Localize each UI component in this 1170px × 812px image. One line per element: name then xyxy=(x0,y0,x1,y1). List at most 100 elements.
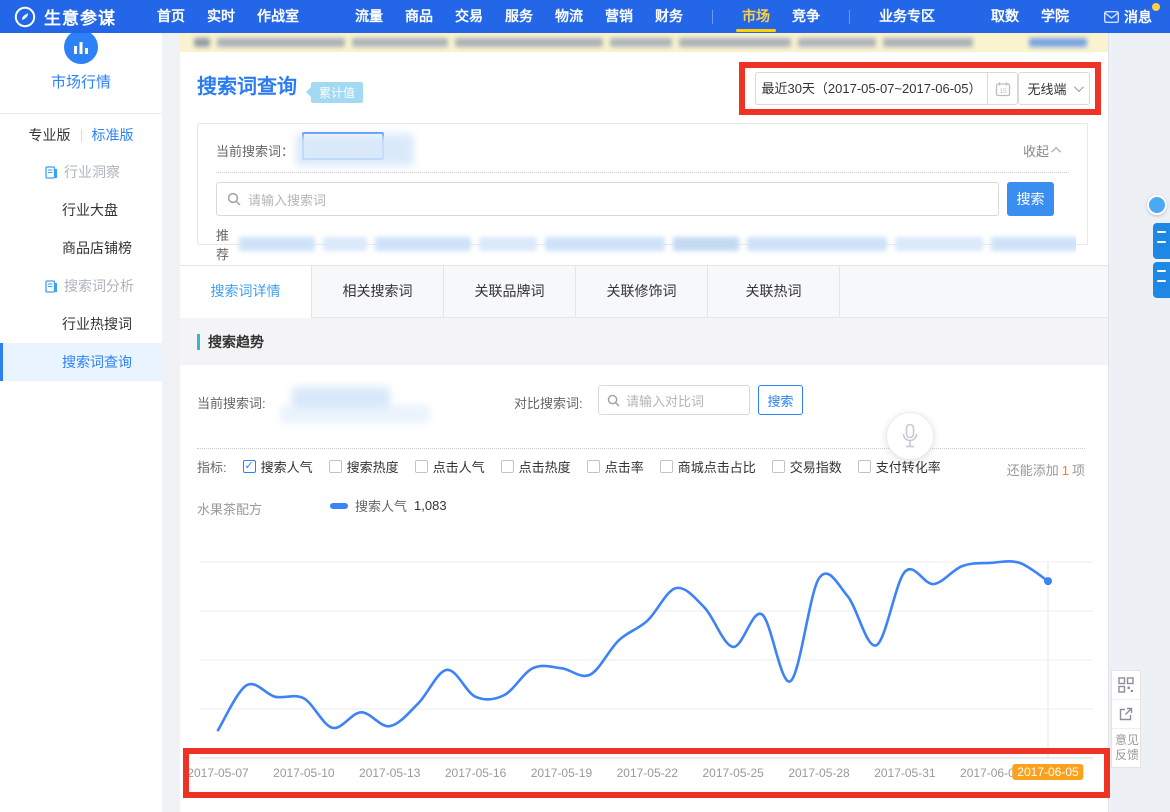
redacted-text xyxy=(610,38,672,47)
version-standard[interactable]: 标准版 xyxy=(92,125,134,145)
checkbox-icon[interactable] xyxy=(415,460,428,473)
nav-item-学院[interactable]: 学院 xyxy=(1030,0,1080,33)
nav-item-物流[interactable]: 物流 xyxy=(544,0,594,33)
metric-checkbox-交易指数[interactable]: 交易指数 xyxy=(772,457,842,476)
tab-搜索词详情[interactable]: 搜索词详情 xyxy=(180,266,312,320)
nav-item-财务[interactable]: 财务 xyxy=(644,0,694,33)
redacted-word[interactable] xyxy=(545,237,665,251)
terminal-dropdown[interactable]: 无线端 xyxy=(1018,72,1090,105)
nav-item-营销[interactable]: 营销 xyxy=(594,0,644,33)
redacted-word[interactable] xyxy=(895,237,983,251)
divider xyxy=(216,172,1069,173)
tab-相关搜索词[interactable]: 相关搜索词 xyxy=(312,266,444,319)
nav-item-竞争[interactable]: 竞争 xyxy=(781,0,831,33)
sidebar: 市场行情 专业版 标准版 行业洞察行业大盘商品店铺榜搜索词分析行业热搜词搜索词查… xyxy=(0,33,162,812)
x-axis-label: 2017-05-31 xyxy=(874,766,935,780)
assistant-dock-tab[interactable] xyxy=(1153,262,1170,298)
redacted-word[interactable] xyxy=(991,237,1076,251)
checkbox-icon[interactable] xyxy=(329,460,342,473)
checkbox-icon[interactable] xyxy=(587,460,600,473)
nav-item-交易[interactable]: 交易 xyxy=(444,0,494,33)
current-word-label: 当前搜索词: xyxy=(197,393,266,412)
share-button[interactable] xyxy=(1112,700,1140,729)
tab-关联热词[interactable]: 关联热词 xyxy=(708,266,840,319)
message-badge xyxy=(1152,3,1160,11)
nav-item-流量[interactable]: 流量 xyxy=(344,0,394,33)
redacted-text xyxy=(352,38,448,47)
cumulative-badge: 累计值 xyxy=(311,82,363,103)
redacted-word[interactable] xyxy=(239,237,315,251)
nav-item-首页[interactable]: 首页 xyxy=(146,0,196,33)
metric-checkbox-支付转化率[interactable]: 支付转化率 xyxy=(858,457,941,476)
date-range-value[interactable]: 最近30天（2017-05-07~2017-06-05） xyxy=(755,72,987,105)
compare-input[interactable]: 请输入对比词 xyxy=(598,385,750,415)
date-range-selector[interactable]: 最近30天（2017-05-07~2017-06-05） 15 xyxy=(755,72,1018,105)
version-switch: 专业版 标准版 xyxy=(0,125,162,145)
assistant-dock-tab[interactable] xyxy=(1153,223,1170,259)
metric-checkbox-点击热度[interactable]: 点击热度 xyxy=(501,457,571,476)
nav-item-商品[interactable]: 商品 xyxy=(394,0,444,33)
tab-bar: 搜索词详情相关搜索词关联品牌词关联修饰词关联热词 xyxy=(180,265,1108,318)
market-module-icon xyxy=(64,30,98,64)
nav-item-messages[interactable]: 消息 xyxy=(1104,7,1152,27)
assistant-mascot-icon[interactable] xyxy=(1147,195,1167,215)
nav-item-业务专区[interactable]: 业务专区 xyxy=(868,0,946,33)
envelope-icon xyxy=(1104,11,1119,23)
calendar-icon[interactable]: 15 xyxy=(987,72,1018,105)
redacted-current-word xyxy=(280,405,430,423)
metric-checkbox-点击人气[interactable]: 点击人气 xyxy=(415,457,485,476)
voice-assistant-button[interactable] xyxy=(886,412,934,460)
feedback-link[interactable]: 意见反馈 xyxy=(1112,729,1142,767)
sidebar-item-行业洞察: 行业洞察 xyxy=(0,153,162,191)
legend-line-icon xyxy=(330,503,348,509)
sidebar-item-行业大盘[interactable]: 行业大盘 xyxy=(0,191,162,229)
notice-banner[interactable] xyxy=(180,33,1108,52)
divider xyxy=(0,113,162,114)
sidebar-item-行业热搜词[interactable]: 行业热搜词 xyxy=(0,305,162,343)
nav-divider xyxy=(712,10,713,24)
qr-code-button[interactable] xyxy=(1112,671,1140,700)
tab-关联品牌词[interactable]: 关联品牌词 xyxy=(444,266,576,319)
legend-series-name: 搜索人气 xyxy=(355,496,407,515)
search-button[interactable]: 搜索 xyxy=(1007,182,1054,216)
tab-关联修饰词[interactable]: 关联修饰词 xyxy=(576,266,708,319)
search-input[interactable]: 请输入搜索词 xyxy=(216,182,999,216)
brand[interactable]: 生意参谋 xyxy=(14,4,116,29)
compare-search-button[interactable]: 搜索 xyxy=(758,385,803,415)
redacted-word[interactable] xyxy=(323,237,367,251)
redacted-word[interactable] xyxy=(479,237,537,251)
nav-item-市场[interactable]: 市场 xyxy=(731,0,781,33)
recommend-label: 推荐 xyxy=(216,225,229,263)
metric-checkbox-搜索人气[interactable]: ✓搜索人气 xyxy=(243,457,313,476)
redacted-word[interactable] xyxy=(747,237,887,251)
nav-item-作战室[interactable]: 作战室 xyxy=(246,0,310,33)
sidebar-item-搜索词查询[interactable]: 搜索词查询 xyxy=(0,343,162,381)
divider xyxy=(81,129,82,142)
checkbox-icon[interactable] xyxy=(858,460,871,473)
redacted-text xyxy=(883,38,973,47)
sidebar-item-搜索词分析: 搜索词分析 xyxy=(0,267,162,305)
redacted-word[interactable] xyxy=(673,237,739,251)
checkbox-icon[interactable] xyxy=(660,460,673,473)
version-pro[interactable]: 专业版 xyxy=(29,125,71,145)
nav-item-取数[interactable]: 取数 xyxy=(980,0,1030,33)
metric-checkbox-搜索热度[interactable]: 搜索热度 xyxy=(329,457,399,476)
section-title: 搜索趋势 xyxy=(208,332,264,352)
redacted-word[interactable] xyxy=(375,237,471,251)
legend-series-value: 1,083 xyxy=(414,498,447,513)
checkbox-checked-icon[interactable]: ✓ xyxy=(243,460,256,473)
chart-legend[interactable]: 搜索人气 1,083 xyxy=(330,496,447,515)
metric-checkbox-点击率[interactable]: 点击率 xyxy=(587,457,644,476)
metrics-label: 指标: xyxy=(197,457,227,476)
checkbox-icon[interactable] xyxy=(501,460,514,473)
x-axis-label: 2017-05-19 xyxy=(531,766,592,780)
add-more-hint: 还能添加1项 xyxy=(1007,460,1085,479)
nav-item-服务[interactable]: 服务 xyxy=(494,0,544,33)
collapse-toggle[interactable]: 收起 xyxy=(1023,141,1061,160)
nav-item-实时[interactable]: 实时 xyxy=(196,0,246,33)
redacted-text xyxy=(679,38,791,47)
checkbox-icon[interactable] xyxy=(772,460,785,473)
metric-checkbox-商城点击占比[interactable]: 商城点击占比 xyxy=(660,457,756,476)
sidebar-item-商品店铺榜[interactable]: 商品店铺榜 xyxy=(0,229,162,267)
metrics-row: 指标: ✓搜索人气搜索热度点击人气点击热度点击率商城点击占比交易指数支付转化率 xyxy=(197,457,941,476)
